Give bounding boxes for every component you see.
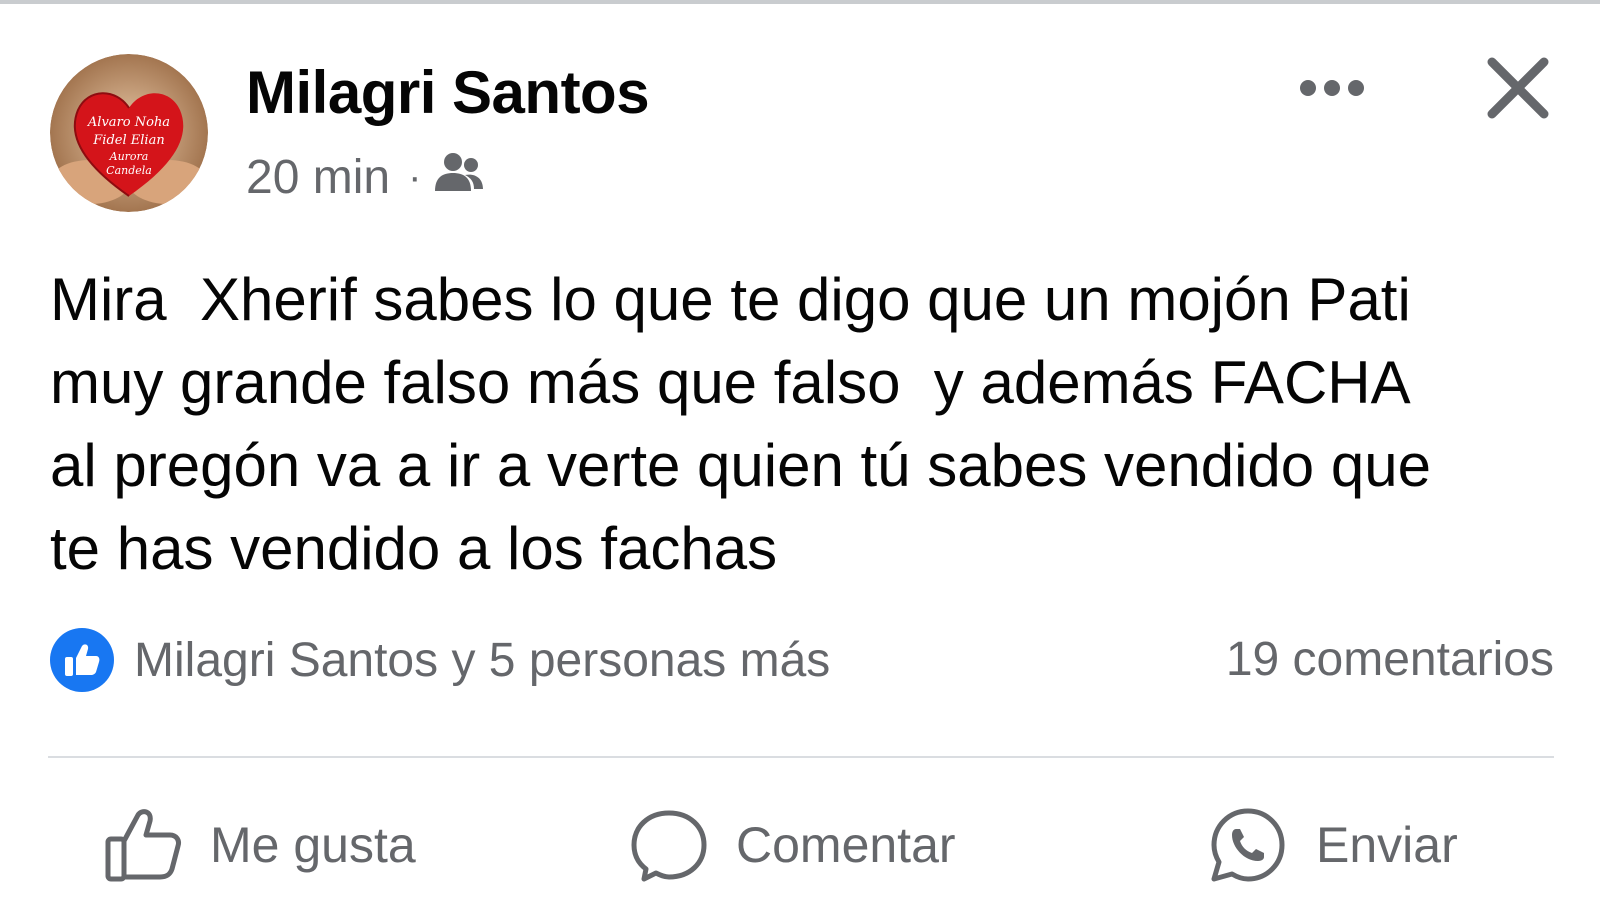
post-time[interactable]: 20 min [246,150,390,205]
send-button[interactable]: Enviar [1208,800,1458,890]
post-body: Mira Xherif sabes lo que te digo que un … [50,266,1431,582]
like-reaction-icon [50,628,114,692]
like-label: Me gusta [210,817,416,873]
like-button[interactable]: Me gusta [104,800,416,890]
post-card: Alvaro Noha Fidel Elian Aurora Candela M… [0,0,1600,905]
divider [48,756,1554,758]
avatar-text-3: Aurora [109,150,149,163]
comment-label: Comentar [736,817,956,873]
author-name[interactable]: Milagri Santos [246,58,650,127]
whatsapp-icon [1211,808,1285,882]
close-icon [1487,57,1549,119]
avatar[interactable]: Alvaro Noha Fidel Elian Aurora Candela [50,54,208,212]
post-meta: 20 min · [246,150,485,205]
comment-icon [631,810,707,882]
send-label: Enviar [1316,817,1458,873]
reactions-summary[interactable]: Milagri Santos y 5 personas más [50,628,830,692]
more-icon [1300,80,1364,96]
comments-count[interactable]: 19 comentarios [1226,628,1554,692]
reactions-text[interactable]: Milagri Santos y 5 personas más [134,633,830,688]
avatar-text-1: Alvaro Noha [87,115,170,130]
thumbs-up-icon [105,809,181,882]
close-button[interactable] [1482,52,1554,124]
friends-icon[interactable] [433,150,485,205]
comment-button[interactable]: Comentar [630,800,956,890]
avatar-text-2: Fidel Elian [92,133,164,148]
meta-separator: · [408,155,422,199]
more-options-button[interactable] [1292,68,1372,108]
avatar-text-4: Candela [106,164,152,177]
